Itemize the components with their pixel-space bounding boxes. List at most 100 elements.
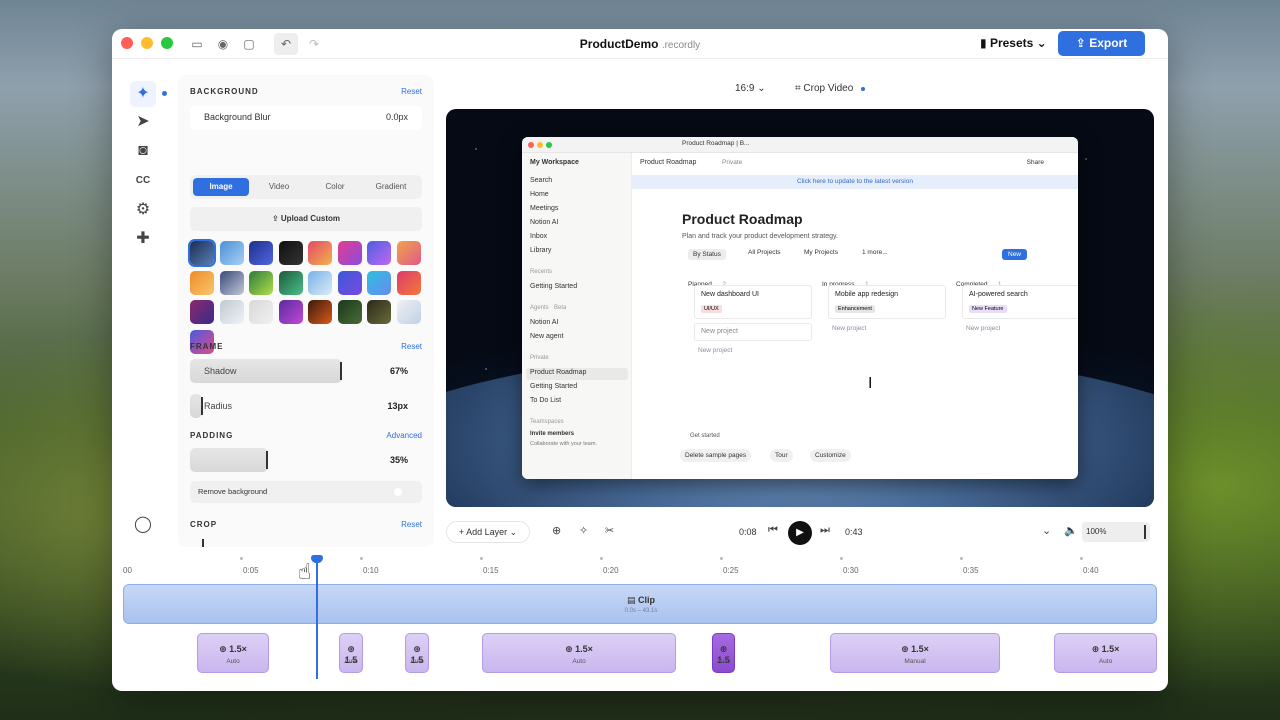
captions-icon[interactable]: CC xyxy=(132,170,154,192)
background-thumbnail[interactable] xyxy=(219,241,244,265)
tab-gradient[interactable]: Gradient xyxy=(363,178,419,196)
background-thumbnail[interactable] xyxy=(190,241,214,265)
upload-custom-button[interactable]: ⇪ Upload Custom xyxy=(190,207,422,231)
view-my-projects: My Projects xyxy=(804,249,838,256)
background-thumbnail[interactable] xyxy=(367,300,391,324)
zoom-segment[interactable]: ⊕ 1.5 Auto xyxy=(339,633,363,673)
background-thumbnail[interactable] xyxy=(396,300,421,324)
padding-slider-handle[interactable] xyxy=(266,451,268,469)
background-thumbnail[interactable] xyxy=(278,241,303,265)
play-button[interactable]: ▶ xyxy=(788,521,812,545)
zoom-segment[interactable]: ⊕ 1.5 Auto xyxy=(405,633,429,673)
presets-dropdown[interactable]: ▮ Presets ⌄ xyxy=(980,36,1047,50)
tab-video[interactable]: Video xyxy=(251,178,307,196)
zoom-segment[interactable]: ⊕ 1.5× Auto xyxy=(1054,633,1157,673)
add-layer-button[interactable]: + Add Layer ⌄ xyxy=(446,521,530,543)
ruler-tick-label: 0:10 xyxy=(363,566,379,575)
invite-members-title: Invite members xyxy=(530,431,575,437)
zoom-slider-handle[interactable] xyxy=(1144,525,1146,539)
share-button: Share xyxy=(1026,159,1044,166)
add-new-project: New project xyxy=(698,347,733,354)
background-thumbnail[interactable] xyxy=(308,300,332,324)
ruler-tick-dot xyxy=(480,557,483,560)
background-thumbnail[interactable] xyxy=(249,270,273,295)
remove-background-row[interactable]: Remove background xyxy=(190,481,422,503)
remove-background-label: Remove background xyxy=(198,487,268,496)
play-icon: ▶ xyxy=(796,527,804,538)
background-thumbnail[interactable] xyxy=(396,241,421,265)
background-thumbnail[interactable] xyxy=(367,270,391,295)
puzzle-icon[interactable]: ✚ xyxy=(132,228,154,250)
background-thumbnail[interactable] xyxy=(278,300,303,324)
zoom-segment-mode: Manual xyxy=(904,658,926,665)
add-new-project: New project xyxy=(832,325,867,332)
aspect-ratio-dropdown[interactable]: 16:9 ⌄ xyxy=(735,83,766,94)
current-time: 0:08 xyxy=(739,527,757,537)
ruler-tick-label: 00 xyxy=(123,566,132,575)
zoom-segment[interactable]: ⊕ 1.5× Auto xyxy=(482,633,676,673)
zoom-segment[interactable]: ⊕ 1.5 Auto xyxy=(712,633,735,673)
shadow-slider-handle[interactable] xyxy=(340,362,342,380)
background-thumbnail[interactable] xyxy=(308,270,332,295)
skip-forward-icon[interactable]: ⏭ xyxy=(820,524,830,537)
export-label: Export xyxy=(1089,36,1128,50)
tab-image[interactable]: Image xyxy=(193,178,249,196)
video-preview[interactable]: Product Roadmap | B... My Workspace Sear… xyxy=(446,109,1154,507)
background-thumbnail[interactable] xyxy=(219,300,244,324)
settings-icon[interactable]: ⚙ xyxy=(132,199,154,221)
remove-background-toggle[interactable] xyxy=(394,488,402,496)
padding-advanced-link[interactable]: Advanced xyxy=(386,431,422,440)
recorded-titlebar: Product Roadmap | B... xyxy=(522,137,1078,153)
frame-reset-link[interactable]: Reset xyxy=(401,342,422,351)
video-clip[interactable]: ▤ Clip 0.0s – 43.1s xyxy=(123,584,1157,624)
ruler-tick-dot xyxy=(1080,557,1083,560)
sidebar-item-notion-ai: Notion AI xyxy=(530,219,559,226)
volume-icon[interactable]: 🔈 xyxy=(1064,524,1078,537)
card-ai-powered-search: AI-powered search New Feature xyxy=(962,285,1078,319)
radius-slider[interactable]: Radius 13px xyxy=(190,394,422,418)
view-more: 1 more... xyxy=(862,249,888,256)
padding-slider[interactable]: 35% xyxy=(190,448,422,472)
background-reset-link[interactable]: Reset xyxy=(401,87,422,96)
background-thumbnail[interactable] xyxy=(367,241,391,265)
background-thumbnail[interactable] xyxy=(249,241,273,265)
zoom-segment[interactable]: ⊕ 1.5× Auto xyxy=(197,633,269,673)
playhead-handle[interactable] xyxy=(311,555,323,563)
shadow-slider[interactable]: Shadow 67% xyxy=(190,359,422,383)
tab-color[interactable]: Color xyxy=(307,178,363,196)
background-thumbnail[interactable] xyxy=(278,270,303,295)
scissors-icon[interactable]: ✂ xyxy=(605,524,614,537)
background-thumbnail[interactable] xyxy=(190,300,214,324)
background-blur-row[interactable]: Background Blur 0.0px xyxy=(190,106,422,130)
background-thumbnail[interactable] xyxy=(396,270,421,295)
magic-icon[interactable]: ✦ xyxy=(130,81,156,107)
card-title: AI-powered search xyxy=(969,291,1028,298)
playhead[interactable] xyxy=(316,557,318,679)
magic-wand-icon[interactable]: ✧ xyxy=(579,524,588,537)
cursor-icon[interactable]: ➤ xyxy=(132,111,154,133)
crop-video-button[interactable]: ⌗ Crop Video xyxy=(795,83,853,94)
background-thumbnail[interactable] xyxy=(219,270,244,295)
background-thumbnail[interactable] xyxy=(308,241,332,265)
card-title: New dashboard UI xyxy=(701,291,759,298)
camera-icon[interactable]: ◙ xyxy=(132,140,154,162)
crop-handle[interactable] xyxy=(202,539,204,547)
zoom-in-icon[interactable]: ⊕ xyxy=(552,524,561,537)
background-thumbnail[interactable] xyxy=(190,270,214,295)
chevron-down-icon[interactable]: ⌄ xyxy=(1042,524,1051,537)
agents-heading: Agents xyxy=(530,305,549,311)
export-button[interactable]: ⇪ Export xyxy=(1058,31,1145,56)
skip-back-icon[interactable]: ⏮ xyxy=(768,524,778,537)
zoom-segment[interactable]: ⊕ 1.5× Manual xyxy=(830,633,1000,673)
background-thumbnail[interactable] xyxy=(337,270,362,295)
plus-icon: + xyxy=(458,527,467,537)
ruler-tick-label: 0:25 xyxy=(723,566,739,575)
background-thumbnail[interactable] xyxy=(249,300,273,324)
crop-reset-link[interactable]: Reset xyxy=(401,520,422,529)
zoom-level-slider[interactable]: 100% xyxy=(1082,522,1150,542)
ruler-tick-label: 0:05 xyxy=(243,566,259,575)
radius-slider-handle[interactable] xyxy=(201,397,203,415)
background-thumbnail[interactable] xyxy=(337,241,362,265)
background-thumbnail[interactable] xyxy=(337,300,362,324)
user-icon[interactable]: ◯ xyxy=(132,514,154,536)
